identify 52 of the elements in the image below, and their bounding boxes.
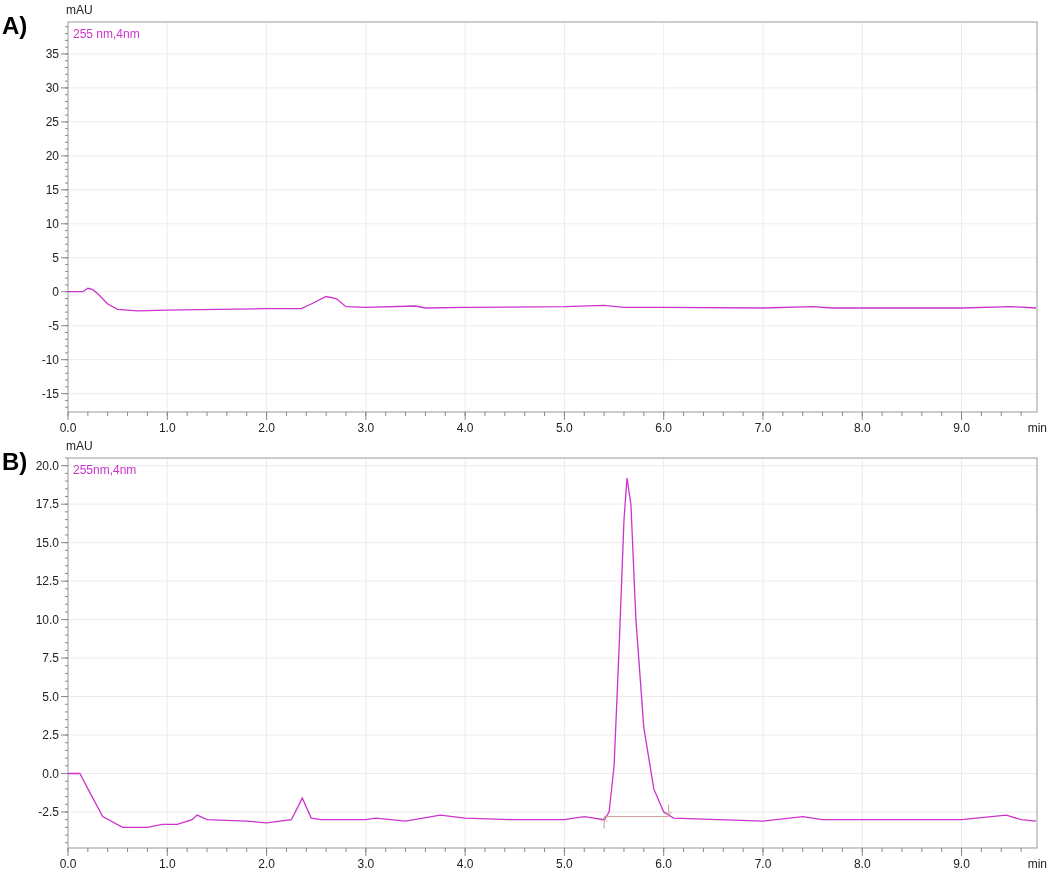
axis-tick-label: 4.0 <box>456 857 474 871</box>
axis-tick-label: -5 <box>48 318 59 333</box>
axis-tick-label: 4.0 <box>456 421 474 435</box>
axis-tick-label: 7.0 <box>754 857 772 871</box>
legend-label: 255nm,4nm <box>73 463 137 477</box>
axis-tick-label: 20 <box>45 148 59 163</box>
axis-tick-label: 9.0 <box>953 421 970 435</box>
axis-tick-label: 35 <box>45 46 59 61</box>
axis-tick-label: -10 <box>41 352 59 367</box>
axis-tick-label: 9.0 <box>953 857 970 871</box>
axis-tick-label: -2.5 <box>38 805 59 819</box>
axis-tick-label: 6.0 <box>655 857 673 871</box>
axis-title: mAU <box>66 3 93 17</box>
integration-baseline <box>603 816 670 818</box>
axis-tick-label: 0 <box>52 284 59 299</box>
axis-tick-label: 15.0 <box>35 535 59 550</box>
panel-label: B) <box>2 448 28 475</box>
axis-tick-label: 5.0 <box>556 857 573 871</box>
axis-tick-label: 3.0 <box>357 857 375 871</box>
axis-tick-label: 1.0 <box>158 421 176 435</box>
axis-tick-label: 10.0 <box>35 612 59 627</box>
axis-tick-label: 15 <box>45 182 59 197</box>
axis-tick-label: 6.0 <box>655 421 673 435</box>
axis-tick-label: 7.0 <box>754 421 772 435</box>
axis-tick-label: 2.5 <box>42 728 59 743</box>
axis-title: min <box>1027 421 1047 435</box>
axis-tick-label: 30 <box>45 80 59 95</box>
axis-tick-label: 10 <box>45 216 59 231</box>
axis-tick-label: 3.0 <box>357 421 375 435</box>
peak-start-arrow-icon <box>600 817 608 830</box>
peak-end-arrow-icon <box>665 804 673 817</box>
axis-tick-label: 8.0 <box>853 421 871 435</box>
axis-tick-label: 0.0 <box>59 857 77 871</box>
panel-label: A) <box>2 12 28 39</box>
axis-tick-label: 1.0 <box>158 857 176 871</box>
axis-tick-label: 5.0 <box>42 689 59 704</box>
axis-tick-label: 0.0 <box>42 766 59 781</box>
axis-tick-label: -15 <box>41 386 59 401</box>
axis-tick-label: 12.5 <box>35 574 59 589</box>
axis-tick-label: 5 <box>52 250 59 265</box>
axis-tick-label: 2.0 <box>258 857 275 871</box>
axis-title: min <box>1027 857 1047 871</box>
axis-title: mAU <box>66 439 93 453</box>
axis-tick-label: 8.0 <box>853 857 871 871</box>
axis-tick-label: 2.0 <box>258 421 275 435</box>
axis-tick-label: 25 <box>45 114 59 129</box>
axis-tick-label: 0.0 <box>59 421 77 435</box>
axis-tick-label: 7.5 <box>42 651 59 666</box>
axis-tick-label: 20.0 <box>35 458 59 473</box>
axis-tick-label: 5.0 <box>556 421 573 435</box>
legend-label: 255 nm,4nm <box>73 27 140 41</box>
axis-tick-label: 17.5 <box>35 497 59 512</box>
